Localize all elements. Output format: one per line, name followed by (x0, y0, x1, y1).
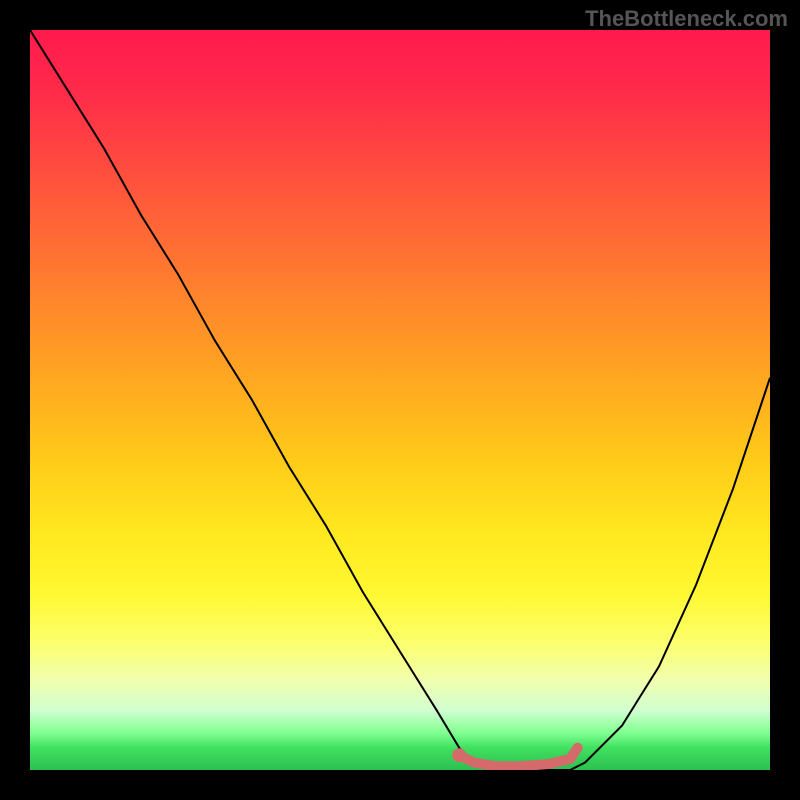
optimal-band-start-dot (452, 748, 466, 762)
optimal-band-path (459, 748, 577, 767)
chart-svg (30, 30, 770, 770)
bottleneck-curve-path (30, 30, 770, 770)
chart-plot-area (30, 30, 770, 770)
watermark-text: TheBottleneck.com (585, 6, 788, 32)
